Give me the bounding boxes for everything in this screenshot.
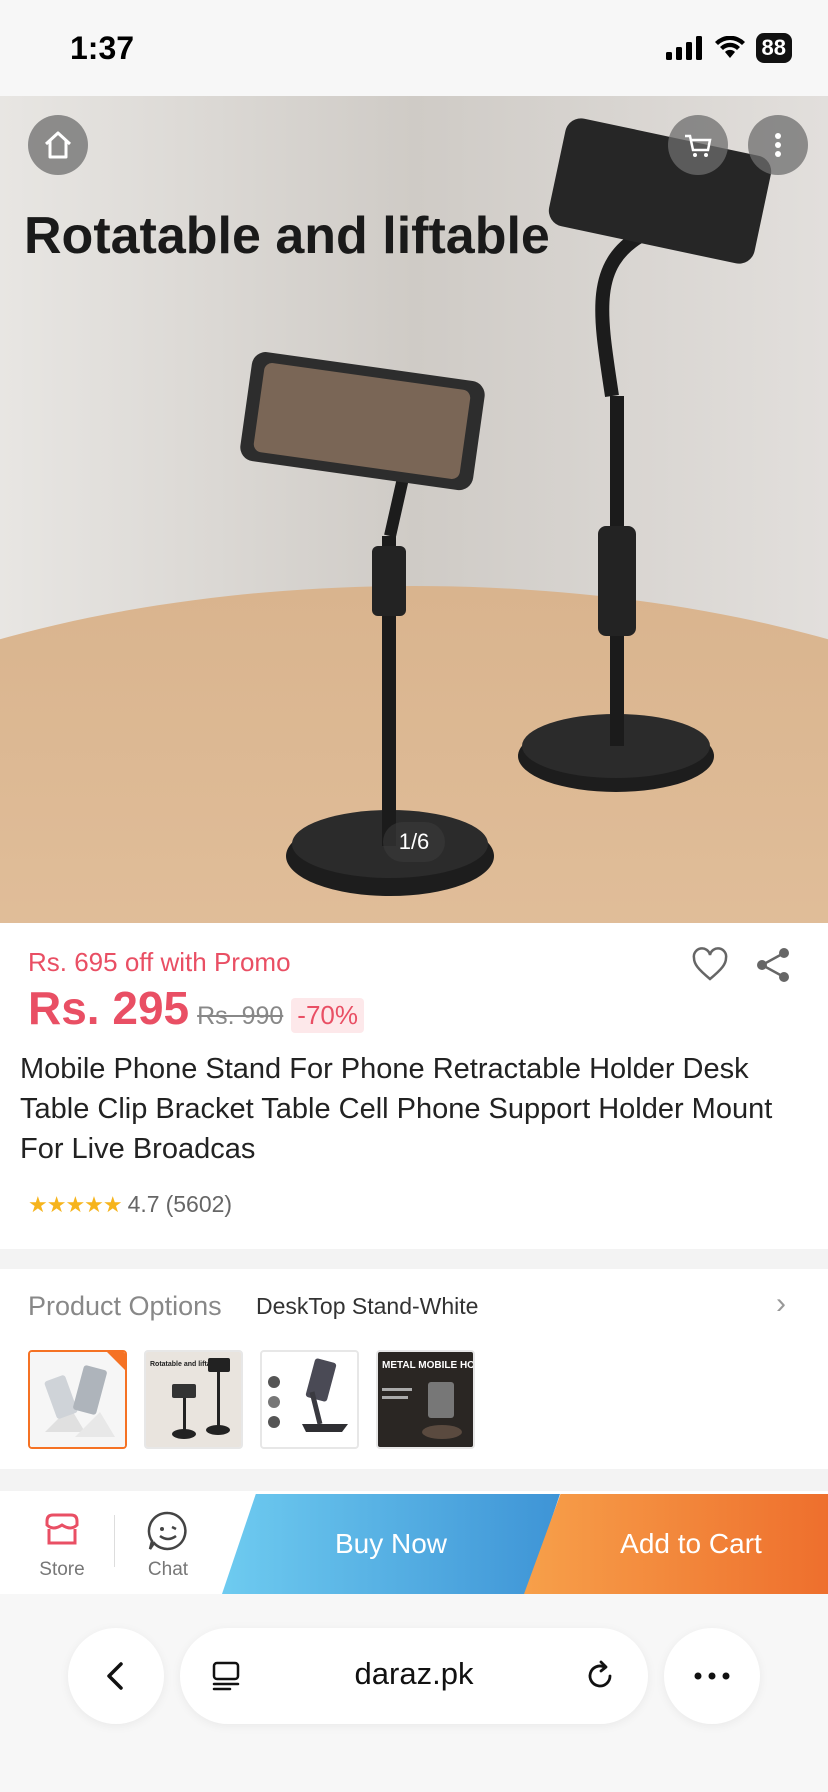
- status-icons: 88: [665, 33, 792, 63]
- url-text: daraz.pk: [354, 1656, 474, 1691]
- foldable-stand-image: [262, 1352, 357, 1447]
- chevron-right-icon[interactable]: ›: [776, 1287, 786, 1321]
- more-horizontal-icon: [694, 1672, 730, 1680]
- option-thumbnail-2[interactable]: Rotatable and liftable: [144, 1350, 243, 1449]
- store-icon: [45, 1513, 79, 1545]
- selected-option: DeskTop Stand-White: [256, 1293, 479, 1319]
- option-thumbnails: Rotatable and liftable METAL MOBILE H: [28, 1350, 475, 1449]
- star-rating-icon: ★★★★★: [28, 1191, 123, 1217]
- black-stand-image: Rotatable and liftable: [146, 1352, 241, 1447]
- status-time: 1:37: [70, 30, 135, 66]
- cart-button[interactable]: [668, 115, 728, 175]
- more-options-button[interactable]: [748, 115, 808, 175]
- product-info: Rs. 695 off with Promo Rs. 295 Rs. 990 -…: [0, 923, 828, 1249]
- home-button[interactable]: [28, 115, 88, 175]
- wifi-icon: [714, 36, 745, 58]
- chat-label: Chat: [147, 1559, 189, 1580]
- section-divider: [0, 1469, 828, 1491]
- chat-button[interactable]: Chat: [128, 1509, 208, 1581]
- share-icon[interactable]: [754, 945, 794, 985]
- rating-row[interactable]: ★★★★★ 4.7 (5602): [28, 1191, 232, 1218]
- more-vertical-icon: [775, 133, 781, 157]
- store-label: Store: [39, 1559, 85, 1580]
- back-button[interactable]: [68, 1628, 164, 1724]
- metal-holder-image: METAL MOBILE HOLDER: [378, 1352, 473, 1447]
- section-divider: [0, 1249, 828, 1269]
- browser-toolbar: daraz.pk: [0, 1594, 828, 1792]
- battery-indicator: 88: [755, 33, 792, 63]
- home-icon: [44, 131, 72, 159]
- product-image-carousel[interactable]: Rotatable and liftable 1/6: [0, 96, 828, 923]
- product-title: Mobile Phone Stand For Phone Retractable…: [20, 1053, 773, 1165]
- image-caption: Rotatable and liftable: [24, 207, 550, 265]
- discount-badge: -70%: [291, 998, 364, 1033]
- option-thumbnail-3[interactable]: [260, 1350, 359, 1449]
- promo-text: Rs. 695 off with Promo: [28, 947, 291, 977]
- option-thumbnail-4[interactable]: METAL MOBILE HOLDER: [376, 1350, 475, 1449]
- chat-icon: [147, 1511, 187, 1551]
- image-pager: 1/6: [383, 822, 445, 862]
- divider: [114, 1515, 115, 1567]
- status-bar: 1:37 88: [0, 0, 828, 96]
- options-label: Product Options: [28, 1291, 222, 1321]
- original-price: Rs. 990: [197, 1002, 284, 1030]
- browser-menu-button[interactable]: [664, 1628, 760, 1724]
- selected-corner: [107, 1352, 125, 1370]
- product-options[interactable]: Product Options DeskTop Stand-White › Ro…: [0, 1269, 828, 1469]
- option-thumbnail-1[interactable]: [28, 1350, 127, 1449]
- rating-value: 4.7: [127, 1191, 160, 1217]
- signal-icon: [665, 36, 702, 60]
- price-row: Rs. 295 Rs. 990 -70%: [28, 981, 364, 1035]
- store-button[interactable]: Store: [22, 1509, 102, 1581]
- add-to-cart-button[interactable]: Add to Cart: [524, 1494, 828, 1594]
- current-price: Rs. 295: [28, 982, 190, 1034]
- buy-now-button[interactable]: Buy Now: [222, 1494, 560, 1594]
- review-count: (5602): [165, 1191, 233, 1217]
- heart-icon[interactable]: [690, 945, 730, 985]
- cart-icon: [685, 134, 712, 157]
- reload-icon[interactable]: [582, 1658, 618, 1694]
- address-bar[interactable]: daraz.pk: [180, 1628, 648, 1724]
- thumbnail-title: METAL MOBILE HOLDER: [382, 1360, 473, 1371]
- action-bar: Store Chat Buy Now Add to Cart: [0, 1491, 828, 1594]
- chevron-left-icon: [107, 1662, 123, 1690]
